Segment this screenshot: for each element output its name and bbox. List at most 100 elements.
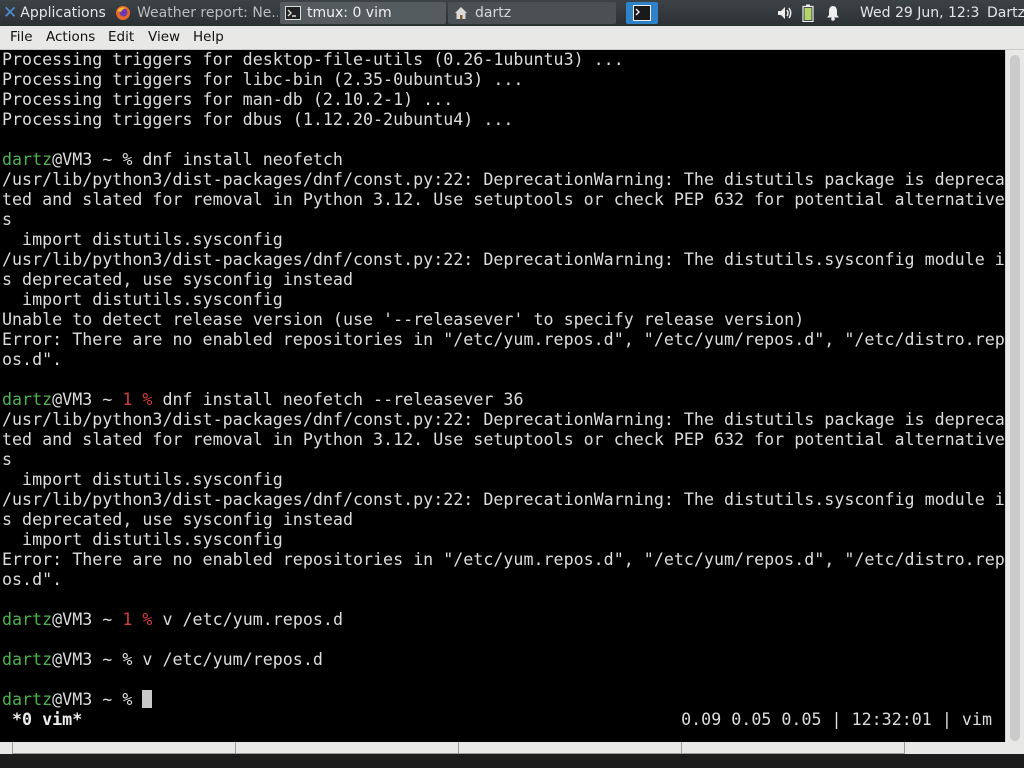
terminal-line: Processing triggers for desktop-file-uti…	[2, 50, 624, 70]
terminal-text: Error: There are no enabled repositories…	[2, 550, 1005, 569]
terminal-line: import distutils.sysconfig	[2, 530, 283, 550]
terminal-text: Processing triggers for libc-bin (2.35-0…	[2, 70, 524, 89]
terminal-text: @VM3 ~ % v /etc/yum/repos.d	[52, 650, 323, 669]
tmux-status-bar: *0 vim* 0.09 0.05 0.05 | 12:32:01 | vim	[0, 710, 1005, 730]
terminal-line: ted and slated for removal in Python 3.1…	[2, 430, 1005, 450]
prompt-user: dartz	[2, 610, 53, 629]
terminal-text: @VM3 ~	[52, 390, 123, 409]
terminal-line: os.d".	[2, 570, 62, 590]
terminal-app-icon	[633, 5, 651, 21]
taskbar-label-dartz: dartz	[475, 5, 512, 21]
prompt-user: dartz	[2, 390, 53, 409]
prompt-user: dartz	[2, 650, 53, 669]
taskbar-item-tmux[interactable]: tmux: 0 vim	[280, 2, 446, 24]
frame-segment	[458, 742, 682, 754]
terminal-line: dartz@VM3 ~ % v /etc/yum/repos.d	[2, 650, 323, 670]
volume-icon[interactable]	[776, 5, 794, 21]
terminal-line: import distutils.sysconfig	[2, 470, 283, 490]
terminal-line: import distutils.sysconfig	[2, 230, 283, 250]
prompt-user: dartz	[2, 150, 53, 169]
user-menu[interactable]: Dartz	[987, 0, 1024, 26]
terminal-line: dartz@VM3 ~ 1 % v /etc/yum.repos.d	[2, 610, 343, 630]
terminal-text: s	[2, 450, 13, 469]
terminal-line: Unable to detect release version (use '-…	[2, 310, 804, 330]
menu-edit[interactable]: Edit	[108, 29, 134, 45]
prompt-exit-code: 1 %	[122, 610, 153, 629]
taskbar-label-tmux: tmux: 0 vim	[307, 5, 392, 21]
applications-label: Applications	[20, 5, 106, 21]
terminal-text: Processing triggers for dbus (1.12.20-2u…	[2, 110, 514, 129]
applications-icon: ✕	[3, 3, 18, 23]
terminal-text: Unable to detect release version (use '-…	[2, 310, 805, 329]
home-folder-icon	[453, 5, 469, 21]
terminal-line: Processing triggers for man-db (2.10.2-1…	[2, 90, 453, 110]
taskbar-item-dartz[interactable]: dartz	[448, 2, 616, 24]
system-tray	[766, 0, 846, 26]
terminal-text: /usr/lib/python3/dist-packages/dnf/const…	[2, 490, 1005, 509]
terminal-text: /usr/lib/python3/dist-packages/dnf/const…	[2, 170, 1005, 189]
terminal-line: /usr/lib/python3/dist-packages/dnf/const…	[2, 170, 1005, 190]
tmux-window-list[interactable]: *0 vim*	[2, 710, 82, 730]
terminal-line: Processing triggers for dbus (1.12.20-2u…	[2, 110, 513, 130]
terminal-line: dartz@VM3 ~ 1 % dnf install neofetch --r…	[2, 390, 523, 410]
terminal-text: s	[2, 210, 13, 229]
terminal-cursor	[142, 690, 153, 708]
terminal-line: dartz@VM3 ~ % dnf install neofetch	[2, 150, 343, 170]
terminal-text: s deprecated, use sysconfig instead	[2, 270, 353, 289]
terminal-view[interactable]: Processing triggers for desktop-file-uti…	[0, 50, 1005, 742]
terminal-text: import distutils.sysconfig	[2, 530, 283, 549]
applications-menu[interactable]: ✕ Applications	[3, 0, 110, 26]
notification-bell-icon[interactable]	[826, 5, 840, 21]
terminal-text: v /etc/yum.repos.d	[152, 610, 343, 629]
tmux-status-right: 0.09 0.05 0.05 | 12:32:01 | vim	[681, 710, 992, 729]
terminal-text: import distutils.sysconfig	[2, 230, 283, 249]
prompt-exit-code: 1 %	[122, 390, 153, 409]
terminal-text: ted and slated for removal in Python 3.1…	[2, 430, 1005, 449]
prompt-user: dartz	[2, 690, 53, 709]
terminal-text: Error: There are no enabled repositories…	[2, 330, 1005, 349]
terminal-line: Error: There are no enabled repositories…	[2, 550, 1005, 570]
terminal-text: import distutils.sysconfig	[2, 290, 283, 309]
terminal-text: dnf install neofetch --releasever 36	[152, 390, 524, 409]
terminal-line: s	[2, 450, 12, 470]
terminal-text: ted and slated for removal in Python 3.1…	[2, 190, 1005, 209]
terminal-text: /usr/lib/python3/dist-packages/dnf/const…	[2, 250, 1005, 269]
menu-view[interactable]: View	[148, 29, 180, 45]
terminal-text: os.d".	[2, 350, 63, 369]
frame-segment	[12, 742, 236, 754]
terminal-text: @VM3 ~	[52, 610, 123, 629]
scrollbar-thumb[interactable]	[1010, 55, 1020, 741]
terminal-icon	[285, 5, 301, 21]
terminal-text: os.d".	[2, 570, 63, 589]
clock[interactable]: Wed 29 Jun, 12:32	[860, 0, 980, 26]
menu-bar: File Actions Edit View Help	[0, 26, 1024, 50]
menu-actions[interactable]: Actions	[46, 29, 95, 45]
terminal-line: s deprecated, use sysconfig instead	[2, 270, 353, 290]
terminal-line: import distutils.sysconfig	[2, 290, 283, 310]
terminal-line: Processing triggers for libc-bin (2.35-0…	[2, 70, 523, 90]
terminal-line: /usr/lib/python3/dist-packages/dnf/const…	[2, 410, 1005, 430]
firefox-icon	[115, 5, 131, 21]
terminal-text: @VM3 ~ % dnf install neofetch	[52, 150, 343, 169]
terminal-line: os.d".	[2, 350, 62, 370]
menu-file[interactable]: File	[10, 29, 33, 45]
terminal-text: /usr/lib/python3/dist-packages/dnf/const…	[2, 410, 1005, 429]
terminal-text: import distutils.sysconfig	[2, 470, 283, 489]
terminal-line: s deprecated, use sysconfig instead	[2, 510, 353, 530]
terminal-line: /usr/lib/python3/dist-packages/dnf/const…	[2, 490, 1005, 510]
taskbar-label-weather: Weather report: Ne...	[137, 5, 278, 21]
terminal-line: Error: There are no enabled repositories…	[2, 330, 1005, 350]
terminal-line: /usr/lib/python3/dist-packages/dnf/const…	[2, 250, 1005, 270]
battery-icon[interactable]	[802, 4, 814, 22]
frame-segment	[681, 742, 905, 754]
taskbar-item-weather[interactable]: Weather report: Ne...	[110, 2, 278, 24]
terminal-line: s	[2, 210, 12, 230]
show-terminal-button[interactable]	[626, 2, 658, 24]
terminal-text: @VM3 ~ %	[52, 690, 143, 709]
terminal-scrollbar[interactable]	[1005, 50, 1024, 742]
frame-segment	[235, 742, 459, 754]
terminal-text: Processing triggers for man-db (2.10.2-1…	[2, 90, 454, 109]
terminal-text: s deprecated, use sysconfig instead	[2, 510, 353, 529]
bottom-desktop-strip	[0, 754, 1024, 768]
menu-help[interactable]: Help	[193, 29, 224, 45]
